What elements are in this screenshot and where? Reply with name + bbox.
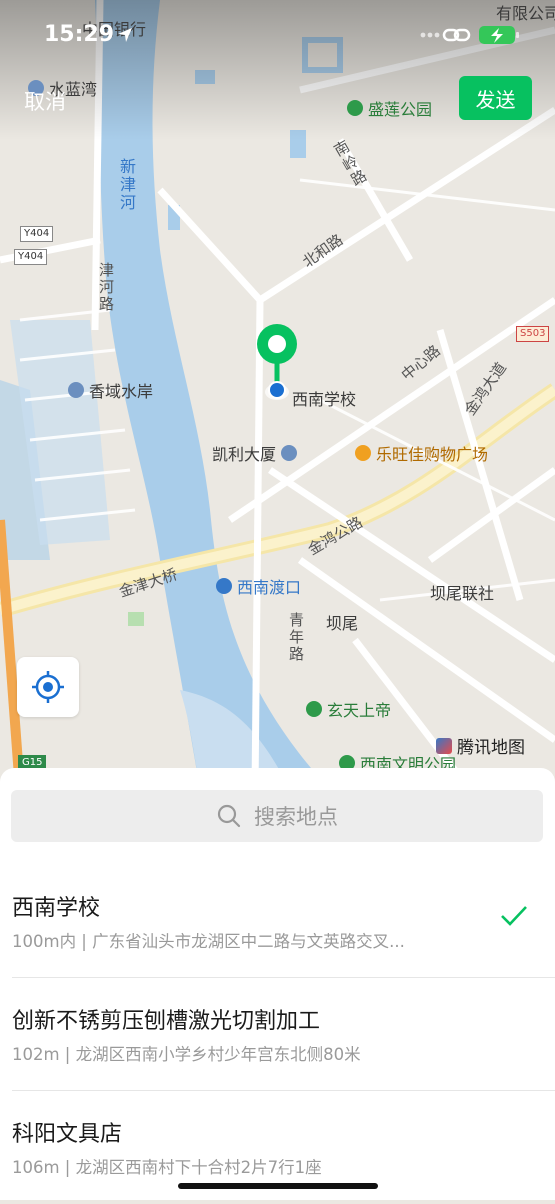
road-shield-y404: Y404 <box>14 249 48 265</box>
place-title: 科阳文具店 <box>12 1122 123 1147</box>
list-item[interactable]: 西南学校 100m内 | 广东省汕头市龙湖区中二路与文英路交叉... <box>0 866 555 978</box>
map-poi-kaili[interactable]: 凯利大厦 <box>212 441 298 465</box>
home-icon <box>68 382 84 398</box>
tencent-map-logo: 腾讯地图 <box>436 733 525 758</box>
place-title: 西南学校 <box>12 896 101 921</box>
cancel-button[interactable]: 取消 <box>24 86 66 116</box>
road-shield-y404: Y404 <box>20 226 54 242</box>
status-bar: 15:29 <box>0 22 555 52</box>
map-poi-xuantian[interactable]: 玄天上帝 <box>306 697 391 721</box>
anchor-icon <box>216 578 232 594</box>
place-subtitle: 102m | 龙湖区西南小学乡村少年宫东北侧80米 <box>12 1045 361 1064</box>
list-item[interactable]: 创新不锈剪压刨槽激光切割加工 102m | 龙湖区西南小学乡村少年宫东北侧80米 <box>0 979 555 1091</box>
send-button[interactable]: 发送 <box>459 76 532 120</box>
map-poi-xiangyu[interactable]: 香域水岸 <box>68 378 153 402</box>
search-icon <box>217 804 241 828</box>
link-icon <box>442 28 471 42</box>
more-dots-icon <box>420 32 440 38</box>
place-title: 创新不锈剪压刨槽激光切割加工 <box>12 1009 321 1034</box>
map-label-qingnian-road: 青年路 <box>287 612 305 663</box>
map-poi-shenglian-park[interactable]: 盛莲公园 <box>347 96 432 120</box>
shopping-cart-icon <box>355 445 371 461</box>
map-label-jinhe-road: 津河路 <box>97 262 115 313</box>
divider <box>12 1090 555 1091</box>
battery-charging-icon <box>479 26 519 44</box>
search-placeholder: 搜索地点 <box>254 805 338 829</box>
temple-icon <box>306 701 322 717</box>
home-indicator[interactable] <box>178 1183 378 1189</box>
place-subtitle: 106m | 龙湖区西南村下十合村2片7行1座 <box>12 1158 322 1177</box>
map-poi-lewang[interactable]: 乐旺佳购物广场 <box>355 441 488 465</box>
road-shield-s503: S503 <box>516 326 550 342</box>
location-pin-icon[interactable] <box>251 322 303 406</box>
tencent-map-icon <box>436 737 452 754</box>
map-poi-ferry[interactable]: 西南渡口 <box>216 574 301 598</box>
status-time: 15:29 <box>44 22 115 47</box>
map-label-bawei-lianshe: 坝尾联社 <box>430 584 495 603</box>
map-label-xinjin-river: 新津河 <box>117 158 136 212</box>
divider <box>12 977 555 978</box>
map-label-company: 有限公司 <box>496 4 555 23</box>
results-sheet: 搜索地点 西南学校 100m内 | 广东省汕头市龙湖区中二路与文英路交叉... … <box>0 768 555 1200</box>
building-icon <box>281 445 298 461</box>
crosshair-icon <box>32 671 64 703</box>
search-input[interactable]: 搜索地点 <box>11 790 543 842</box>
map-label-bawei: 坝尾 <box>326 614 359 633</box>
place-subtitle: 100m内 | 广东省汕头市龙湖区中二路与文英路交叉... <box>12 932 405 951</box>
checkmark-icon <box>501 906 527 926</box>
location-arrow-icon <box>118 28 132 42</box>
tree-icon <box>347 100 363 116</box>
my-location-button[interactable] <box>17 657 79 717</box>
